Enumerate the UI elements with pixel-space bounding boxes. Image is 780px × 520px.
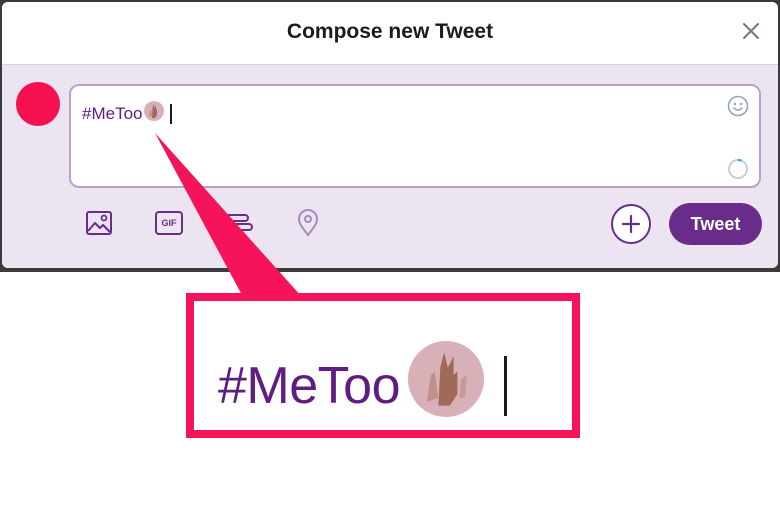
- zoom-raised-hand-emoji-icon: [408, 341, 484, 430]
- zoom-callout: #MeToo: [186, 293, 580, 438]
- callout-arrow: [155, 133, 302, 297]
- zoom-text-caret: [504, 355, 507, 416]
- zoom-hashtag-text: #MeToo: [218, 356, 401, 415]
- zoom-text: #MeToo: [218, 341, 507, 430]
